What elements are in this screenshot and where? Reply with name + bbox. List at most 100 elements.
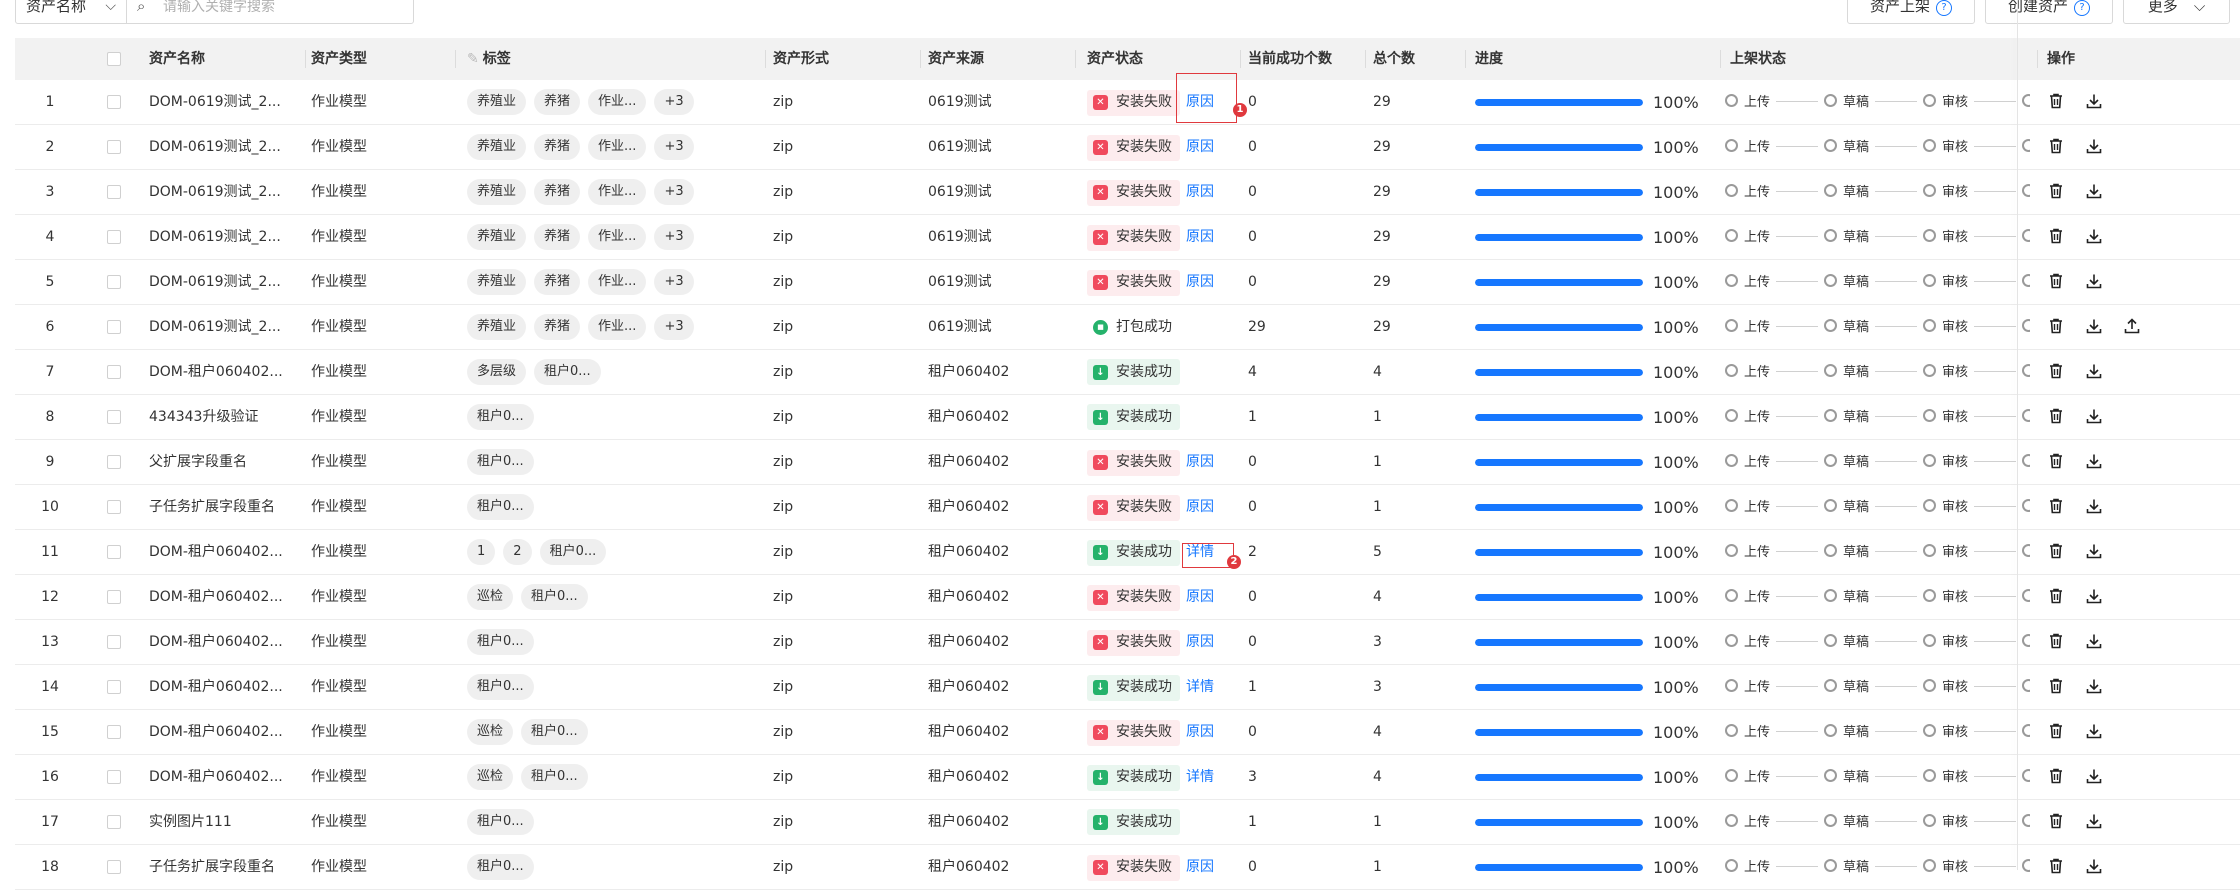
- trash-icon[interactable]: [2047, 182, 2065, 200]
- more-tags-badge[interactable]: +3: [654, 179, 694, 205]
- trash-icon[interactable]: [2047, 812, 2065, 830]
- help-icon[interactable]: ?: [1936, 0, 1952, 16]
- asset-name[interactable]: 实例图片111: [149, 800, 232, 844]
- row-checkbox[interactable]: [107, 860, 121, 874]
- download-icon[interactable]: [2085, 722, 2103, 740]
- table-row[interactable]: 14 DOM-租户060402... 作业模型 租户0... zip 租户060402 安装…: [15, 665, 2240, 710]
- asset-name[interactable]: DOM-0619测试_2...: [149, 260, 281, 304]
- row-checkbox[interactable]: [107, 365, 121, 379]
- trash-icon[interactable]: [2047, 317, 2065, 335]
- more-tags-badge[interactable]: +3: [654, 134, 694, 160]
- download-icon[interactable]: [2085, 497, 2103, 515]
- asset-name[interactable]: DOM-0619测试_2...: [149, 305, 281, 349]
- trash-icon[interactable]: [2047, 542, 2065, 560]
- row-checkbox[interactable]: [107, 320, 121, 334]
- table-row[interactable]: 10 子任务扩展字段重名 作业模型 租户0... zip 租户060402 安装失败原因 0 1…: [15, 485, 2240, 530]
- upload-icon[interactable]: [2123, 317, 2141, 335]
- row-checkbox[interactable]: [107, 815, 121, 829]
- download-icon[interactable]: [2085, 812, 2103, 830]
- asset-name[interactable]: 434343升级验证: [149, 395, 258, 439]
- trash-icon[interactable]: [2047, 587, 2065, 605]
- field-select[interactable]: 资产名称 ⌵: [15, 0, 127, 24]
- status-reason-link[interactable]: 原因: [1186, 184, 1214, 200]
- table-row[interactable]: 13 DOM-租户060402... 作业模型 租户0... zip 租户060402 安装…: [15, 620, 2240, 665]
- asset-name[interactable]: DOM-租户060402...: [149, 620, 283, 664]
- row-checkbox[interactable]: [107, 275, 121, 289]
- more-tags-badge[interactable]: +3: [654, 269, 694, 295]
- table-row[interactable]: 8 434343升级验证 作业模型 租户0... zip 租户060402 安装成功 1 1 10…: [15, 395, 2240, 440]
- trash-icon[interactable]: [2047, 137, 2065, 155]
- status-reason-link[interactable]: 原因: [1186, 454, 1214, 470]
- download-icon[interactable]: [2085, 767, 2103, 785]
- row-checkbox[interactable]: [107, 455, 121, 469]
- row-checkbox[interactable]: [107, 590, 121, 604]
- trash-icon[interactable]: [2047, 857, 2065, 875]
- trash-icon[interactable]: [2047, 272, 2065, 290]
- search-box[interactable]: ⌕: [126, 0, 414, 24]
- select-all-checkbox[interactable]: [107, 52, 121, 66]
- download-icon[interactable]: [2085, 227, 2103, 245]
- table-row[interactable]: 2 DOM-0619测试_2... 作业模型 养殖业 养猪 作业... +3 zip 0619测…: [15, 125, 2240, 170]
- download-icon[interactable]: [2085, 272, 2103, 290]
- row-checkbox[interactable]: [107, 635, 121, 649]
- trash-icon[interactable]: [2047, 632, 2065, 650]
- trash-icon[interactable]: [2047, 452, 2065, 470]
- table-row[interactable]: 6 DOM-0619测试_2... 作业模型 养殖业 养猪 作业... +3 zip 0619测…: [15, 305, 2240, 350]
- row-checkbox[interactable]: [107, 140, 121, 154]
- more-tags-badge[interactable]: +3: [654, 224, 694, 250]
- status-reason-link[interactable]: 原因: [1186, 859, 1214, 875]
- row-checkbox[interactable]: [107, 545, 121, 559]
- asset-name[interactable]: DOM-0619测试_2...: [149, 215, 281, 259]
- asset-name[interactable]: DOM-租户060402...: [149, 350, 283, 394]
- table-row[interactable]: 11 DOM-租户060402... 作业模型 1 2 租户0... zip 租户060402…: [15, 530, 2240, 575]
- row-checkbox[interactable]: [107, 185, 121, 199]
- download-icon[interactable]: [2085, 857, 2103, 875]
- trash-icon[interactable]: [2047, 407, 2065, 425]
- table-row[interactable]: 1 DOM-0619测试_2... 作业模型 养殖业 养猪 作业... +3 zip 0619测…: [15, 80, 2240, 125]
- download-icon[interactable]: [2085, 317, 2103, 335]
- asset-name[interactable]: 父扩展字段重名: [149, 440, 247, 484]
- trash-icon[interactable]: [2047, 722, 2065, 740]
- status-detail-link[interactable]: 详情: [1186, 769, 1214, 785]
- asset-name[interactable]: DOM-0619测试_2...: [149, 170, 281, 214]
- asset-name[interactable]: 子任务扩展字段重名: [149, 845, 275, 889]
- asset-name[interactable]: DOM-租户060402...: [149, 710, 283, 754]
- more-button[interactable]: 更多 ⌵: [2123, 0, 2230, 24]
- download-icon[interactable]: [2085, 677, 2103, 695]
- row-checkbox[interactable]: [107, 725, 121, 739]
- trash-icon[interactable]: [2047, 497, 2065, 515]
- download-icon[interactable]: [2085, 587, 2103, 605]
- status-reason-link[interactable]: 原因: [1186, 274, 1214, 290]
- download-icon[interactable]: [2085, 137, 2103, 155]
- asset-name[interactable]: DOM-0619测试_2...: [149, 125, 281, 169]
- asset-name[interactable]: DOM-租户060402...: [149, 755, 283, 799]
- search-input[interactable]: [161, 0, 405, 18]
- asset-name[interactable]: DOM-0619测试_2...: [149, 80, 281, 124]
- row-checkbox[interactable]: [107, 230, 121, 244]
- download-icon[interactable]: [2085, 407, 2103, 425]
- asset-name[interactable]: DOM-租户060402...: [149, 575, 283, 619]
- download-icon[interactable]: [2085, 632, 2103, 650]
- help-icon[interactable]: ?: [2074, 0, 2090, 16]
- table-row[interactable]: 18 子任务扩展字段重名 作业模型 租户0... zip 租户060402 安装失败原因 0 1…: [15, 845, 2240, 890]
- status-reason-link[interactable]: 原因: [1186, 724, 1214, 740]
- trash-icon[interactable]: [2047, 227, 2065, 245]
- status-reason-link[interactable]: 原因: [1186, 634, 1214, 650]
- asset-name[interactable]: DOM-租户060402...: [149, 530, 283, 574]
- download-icon[interactable]: [2085, 362, 2103, 380]
- publish-asset-button[interactable]: 资产上架?: [1847, 0, 1975, 24]
- more-tags-badge[interactable]: +3: [654, 89, 694, 115]
- trash-icon[interactable]: [2047, 767, 2065, 785]
- table-row[interactable]: 9 父扩展字段重名 作业模型 租户0... zip 租户060402 安装失败原因 0 1 100…: [15, 440, 2240, 485]
- asset-name[interactable]: 子任务扩展字段重名: [149, 485, 275, 529]
- table-row[interactable]: 5 DOM-0619测试_2... 作业模型 养殖业 养猪 作业... +3 zip 0619测…: [15, 260, 2240, 305]
- table-row[interactable]: 4 DOM-0619测试_2... 作业模型 养殖业 养猪 作业... +3 zip 0619测…: [15, 215, 2240, 260]
- download-icon[interactable]: [2085, 182, 2103, 200]
- row-checkbox[interactable]: [107, 500, 121, 514]
- table-row[interactable]: 17 实例图片111 作业模型 租户0... zip 租户060402 安装成功 1 1 100%…: [15, 800, 2240, 845]
- table-row[interactable]: 12 DOM-租户060402... 作业模型 巡检 租户0... zip 租户060402…: [15, 575, 2240, 620]
- status-reason-link[interactable]: 原因: [1186, 499, 1214, 515]
- trash-icon[interactable]: [2047, 362, 2065, 380]
- table-row[interactable]: 16 DOM-租户060402... 作业模型 巡检 租户0... zip 租户060402…: [15, 755, 2240, 800]
- status-reason-link[interactable]: 原因: [1186, 229, 1214, 245]
